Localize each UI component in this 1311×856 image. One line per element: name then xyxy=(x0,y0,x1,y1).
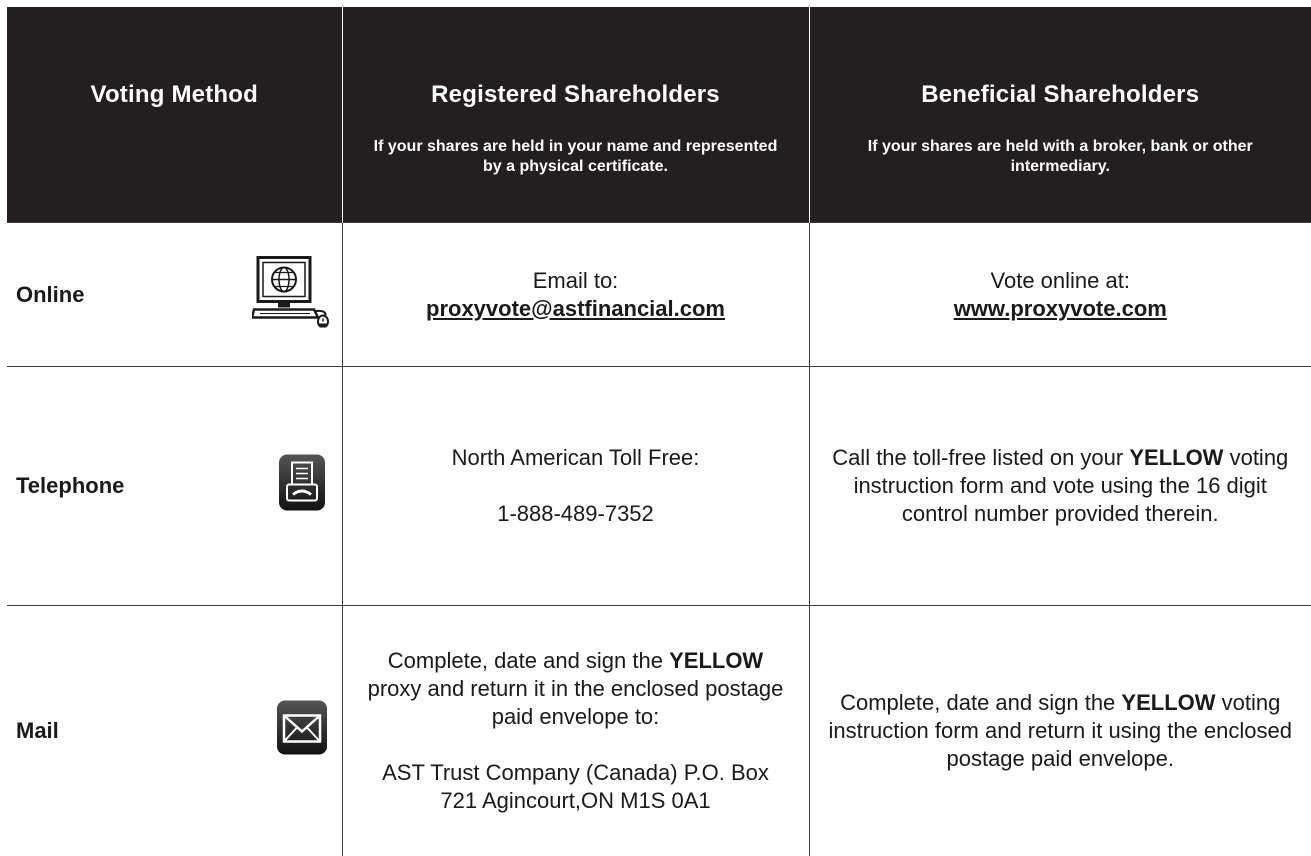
beneficial-website-link[interactable]: www.proxyvote.com xyxy=(820,295,1302,323)
registered-cell-telephone: North American Toll Free: 1-888-489-7352 xyxy=(341,366,809,606)
beneficial-cell-online: Vote online at: www.proxyvote.com xyxy=(808,222,1311,367)
method-cell-mail: Mail xyxy=(7,605,342,856)
registered-cell-online: Email to: proxyvote@astfinancial.com xyxy=(341,222,809,367)
voting-methods-document: Voting Method Registered Shareholders If… xyxy=(0,0,1311,856)
yellow-emphasis: YELLOW xyxy=(1129,445,1224,470)
header-beneficial-shareholders: Beneficial Shareholders If your shares a… xyxy=(808,7,1311,223)
method-label-telephone: Telephone xyxy=(16,473,125,498)
yellow-emphasis: YELLOW xyxy=(669,648,764,673)
method-label-online: Online xyxy=(16,281,85,307)
envelope-icon xyxy=(276,700,328,763)
registered-email-link[interactable]: proxyvote@astfinancial.com xyxy=(353,295,799,323)
telephone-icon xyxy=(278,454,326,519)
beneficial-cell-telephone: Call the toll-free listed on your YELLOW… xyxy=(808,366,1311,606)
beneficial-cell-mail: Complete, date and sign the YELLOW votin… xyxy=(808,605,1311,856)
registered-cell-mail: Complete, date and sign the YELLOW proxy… xyxy=(341,605,809,856)
beneficial-description: If your shares are held with a broker, b… xyxy=(867,138,1253,175)
header-registered-shareholders: Registered Shareholders If your shares a… xyxy=(341,7,809,223)
table-row-online: Online Email to: proxyvote@astfinancial.… xyxy=(7,222,1311,367)
mailing-address: AST Trust Company (Canada) P.O. Box 721 … xyxy=(382,760,769,813)
header-voting-method: Voting Method xyxy=(7,7,342,223)
table-row-telephone: Telephone North American Toll Free: 1-88… xyxy=(7,366,1311,606)
computer-icon xyxy=(249,255,332,334)
table-header-row: Voting Method Registered Shareholders If… xyxy=(7,7,1311,223)
method-cell-telephone: Telephone xyxy=(7,366,342,606)
voting-methods-table: Voting Method Registered Shareholders If… xyxy=(7,7,1311,856)
yellow-emphasis: YELLOW xyxy=(1121,690,1216,715)
table-row-mail: Mail Complete, date and sign the YELLOW … xyxy=(7,605,1311,856)
registered-description: If your shares are held in your name and… xyxy=(373,138,778,175)
method-label-mail: Mail xyxy=(16,718,59,743)
method-cell-online: Online xyxy=(7,222,342,367)
toll-free-number: 1-888-489-7352 xyxy=(497,501,654,526)
